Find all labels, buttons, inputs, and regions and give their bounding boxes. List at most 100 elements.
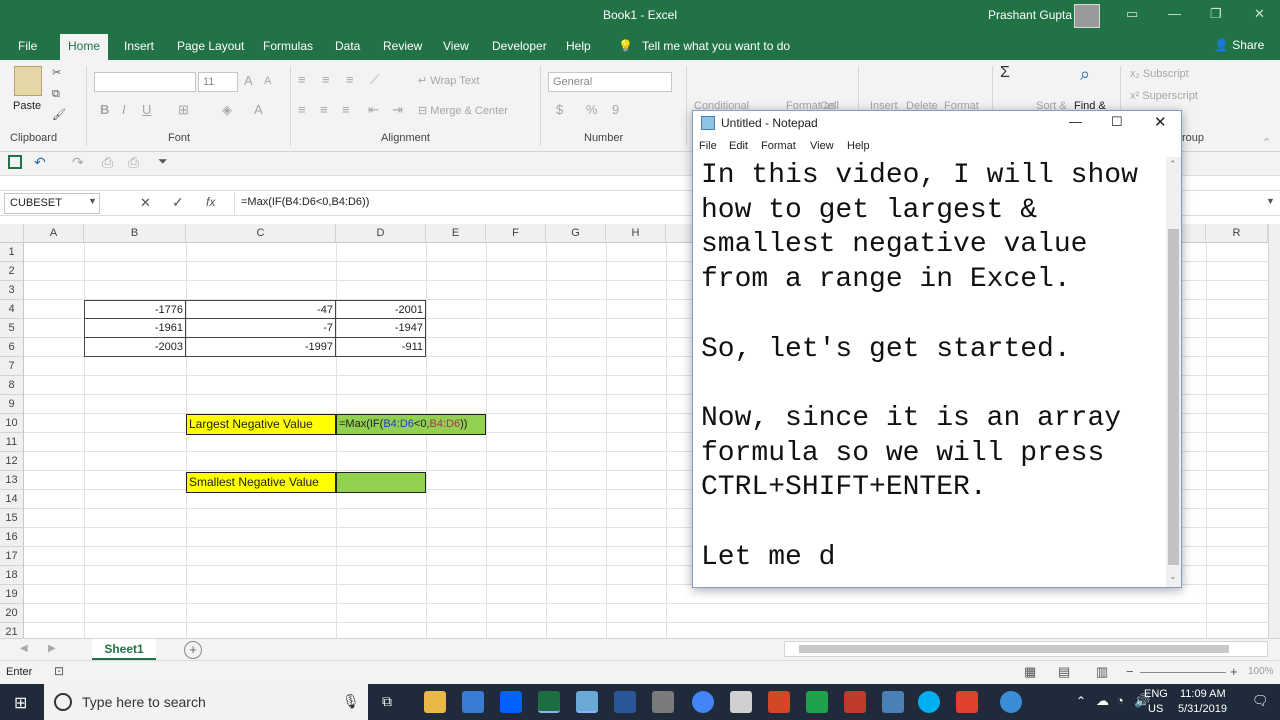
cell-b4[interactable]: -1776 bbox=[84, 300, 186, 319]
print-preview-icon[interactable]: ⎙ bbox=[102, 154, 113, 171]
row-header[interactable]: 12 bbox=[0, 452, 24, 471]
currency-button[interactable]: $ bbox=[556, 102, 563, 117]
align-right-icon[interactable]: ≡ bbox=[342, 102, 350, 117]
column-header-e[interactable]: E bbox=[426, 224, 486, 243]
scrollbar-thumb[interactable] bbox=[799, 645, 1229, 653]
minimize-icon[interactable]: — bbox=[1168, 6, 1181, 21]
number-format-combo[interactable]: General bbox=[548, 72, 672, 92]
cell-d5[interactable]: -1947 bbox=[336, 319, 426, 338]
row-header[interactable]: 6 bbox=[0, 338, 24, 357]
zoom-in-icon[interactable]: + bbox=[1230, 664, 1238, 679]
tab-developer[interactable]: Developer bbox=[492, 39, 547, 53]
cancel-icon[interactable]: ✕ bbox=[140, 195, 151, 211]
middle-align-icon[interactable]: ≡ bbox=[322, 72, 330, 87]
row-header[interactable]: 11 bbox=[0, 433, 24, 452]
row-header[interactable]: 1 bbox=[0, 243, 24, 262]
taskbar-search[interactable]: Type here to search bbox=[44, 684, 368, 720]
language-indicator[interactable]: ENG bbox=[1144, 688, 1168, 700]
macro-record-icon[interactable]: ⊡ bbox=[54, 664, 64, 678]
save-icon[interactable] bbox=[8, 155, 22, 169]
menu-edit[interactable]: Edit bbox=[729, 140, 748, 152]
row-header[interactable]: 5 bbox=[0, 319, 24, 338]
help-icon[interactable] bbox=[1000, 691, 1022, 713]
font-size-combo[interactable]: 11 bbox=[198, 72, 238, 92]
row-header[interactable]: 19 bbox=[0, 585, 24, 604]
column-header-h[interactable]: H bbox=[606, 224, 666, 243]
align-center-icon[interactable]: ≡ bbox=[320, 102, 328, 117]
region-indicator[interactable]: US bbox=[1148, 703, 1163, 715]
orientation-icon[interactable]: ⟋ bbox=[370, 72, 379, 88]
cell-d6[interactable]: -911 bbox=[336, 338, 426, 357]
row-header[interactable]: 2 bbox=[0, 262, 24, 281]
customize-qat-icon[interactable]: ⏷ bbox=[158, 154, 168, 169]
undo-icon[interactable]: ↶ bbox=[34, 154, 46, 171]
cell-d4[interactable]: -2001 bbox=[336, 300, 426, 319]
notepad-text-area[interactable]: In this video, I will show how to get lar… bbox=[693, 157, 1166, 573]
notifications-icon[interactable]: 🗨 bbox=[1252, 693, 1269, 709]
ribbon-display-icon[interactable]: ▭ bbox=[1126, 6, 1138, 22]
clock-time[interactable]: 11:09 AM bbox=[1180, 688, 1226, 700]
file-explorer-icon[interactable] bbox=[424, 691, 446, 713]
search-icon[interactable]: ⌕ bbox=[1080, 64, 1090, 85]
tab-file[interactable]: File bbox=[18, 39, 37, 53]
scroll-down-icon[interactable]: ⌄ bbox=[1169, 571, 1177, 582]
excel-icon[interactable] bbox=[538, 691, 560, 713]
clock-date[interactable]: 5/31/2019 bbox=[1178, 703, 1227, 715]
zoom-out-icon[interactable]: − bbox=[1126, 664, 1134, 679]
column-header-r[interactable]: R bbox=[1206, 224, 1268, 243]
row-header[interactable]: 3 bbox=[0, 281, 24, 300]
tab-page-layout[interactable]: Page Layout bbox=[177, 39, 244, 53]
tray-overflow-icon[interactable]: ⌃ bbox=[1076, 694, 1086, 708]
row-header[interactable]: 14 bbox=[0, 490, 24, 509]
merge-center-button[interactable]: ⊟ Merge & Center bbox=[418, 104, 508, 117]
collapse-ribbon-icon[interactable]: ⌃ bbox=[1262, 136, 1271, 149]
chrome-icon[interactable] bbox=[692, 691, 714, 713]
share-button[interactable]: 👤 Share bbox=[1214, 38, 1264, 52]
skype-icon[interactable] bbox=[918, 691, 940, 713]
powerpoint-icon[interactable] bbox=[768, 691, 790, 713]
increase-indent-icon[interactable]: ⇥ bbox=[392, 102, 403, 118]
row-header[interactable]: 4 bbox=[0, 300, 24, 319]
font-color-icon[interactable]: A bbox=[254, 102, 263, 117]
clipboard-icon[interactable] bbox=[14, 66, 42, 96]
print-icon[interactable]: ⎙ bbox=[128, 154, 139, 171]
align-left-icon[interactable]: ≡ bbox=[298, 102, 306, 117]
store-icon[interactable] bbox=[462, 691, 484, 713]
copy-icon[interactable]: ⧉ bbox=[52, 88, 60, 101]
tab-formulas[interactable]: Formulas bbox=[263, 39, 313, 53]
cell-b6[interactable]: -2003 bbox=[84, 338, 186, 357]
sheet-tab-sheet1[interactable]: Sheet1 bbox=[92, 639, 156, 661]
word-icon[interactable] bbox=[614, 691, 636, 713]
format-painter-icon[interactable]: 🖌 bbox=[52, 108, 66, 121]
largest-negative-formula-cell[interactable]: =Max(IF(B4:D6<0,B4:D6)) bbox=[336, 414, 486, 435]
add-sheet-icon[interactable]: + bbox=[184, 641, 202, 659]
row-header[interactable]: 17 bbox=[0, 547, 24, 566]
superscript-button[interactable]: x² Superscript bbox=[1130, 90, 1198, 102]
row-header[interactable]: 16 bbox=[0, 528, 24, 547]
column-header-d[interactable]: D bbox=[336, 224, 426, 243]
close-icon[interactable]: ✕ bbox=[1254, 6, 1265, 22]
underline-button[interactable]: U bbox=[142, 102, 151, 117]
dropbox-icon[interactable] bbox=[500, 691, 522, 713]
page-break-icon[interactable]: ▥ bbox=[1096, 664, 1108, 680]
column-header-c[interactable]: C bbox=[186, 224, 336, 243]
prev-sheet-icon[interactable]: ◀ bbox=[20, 643, 28, 654]
top-align-icon[interactable]: ≡ bbox=[298, 72, 306, 87]
microphone-icon[interactable]: 🎙 bbox=[342, 693, 360, 710]
maximize-icon[interactable]: ❐ bbox=[1210, 6, 1222, 22]
tab-home[interactable]: Home bbox=[60, 34, 109, 60]
font-name-combo[interactable] bbox=[94, 72, 196, 92]
menu-help[interactable]: Help bbox=[847, 140, 870, 152]
name-box-dropdown-icon[interactable]: ▼ bbox=[88, 196, 97, 206]
select-all-corner[interactable] bbox=[0, 224, 24, 243]
notepad-scrollbar[interactable]: ⌃ ⌄ bbox=[1166, 157, 1181, 587]
tab-review[interactable]: Review bbox=[383, 39, 422, 53]
cell-b5[interactable]: -1961 bbox=[84, 319, 186, 338]
shrink-font-icon[interactable]: A bbox=[264, 75, 271, 87]
column-header-b[interactable]: B bbox=[84, 224, 186, 243]
zoom-level[interactable]: 100% bbox=[1248, 666, 1274, 677]
next-sheet-icon[interactable]: ▶ bbox=[48, 643, 56, 654]
menu-file[interactable]: File bbox=[699, 140, 717, 152]
tab-view[interactable]: View bbox=[443, 39, 469, 53]
tell-me-search[interactable]: Tell me what you want to do bbox=[642, 39, 790, 53]
